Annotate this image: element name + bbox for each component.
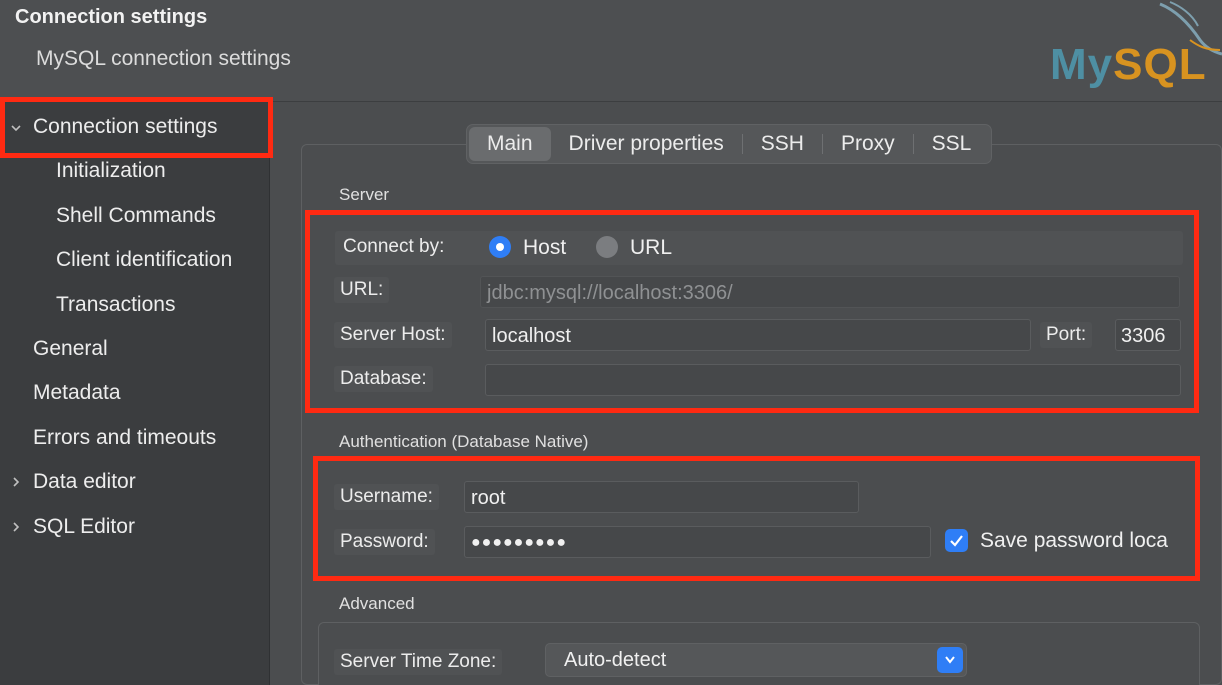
sidebar-item-label: Client identification [56, 248, 233, 271]
tab-bar: Main Driver properties SSH Proxy SSL [466, 124, 993, 164]
username-label: Username: [334, 484, 439, 510]
password-field[interactable]: ●●●●●●●●● [464, 526, 931, 558]
tab-ssh[interactable]: SSH [743, 127, 822, 161]
sidebar-item-label: Metadata [33, 381, 121, 404]
host-radio[interactable] [489, 236, 511, 258]
sidebar-item-initialization[interactable]: Initialization [56, 159, 166, 183]
url-radio-label[interactable]: URL [630, 236, 672, 260]
sidebar-item-label: General [33, 337, 108, 360]
password-label: Password: [334, 529, 435, 555]
tab-main[interactable]: Main [469, 127, 551, 161]
sidebar-item-label: Data editor [33, 470, 136, 493]
tab-proxy[interactable]: Proxy [823, 127, 913, 161]
advanced-section-label: Advanced [339, 594, 415, 613]
url-label: URL: [334, 277, 390, 303]
sidebar-item-label: Shell Commands [56, 204, 216, 227]
authentication-section-label: Authentication (Database Native) [339, 432, 589, 451]
sidebar-item-data-editor[interactable]: Data editor [13, 470, 136, 494]
username-field[interactable]: root [464, 481, 859, 513]
server-section-label: Server [339, 185, 390, 204]
settings-panel [301, 144, 1222, 685]
sidebar-item-label: Initialization [56, 159, 166, 182]
connect-by-label: Connect by: [337, 234, 451, 260]
url-radio[interactable] [596, 236, 618, 258]
connect-by-row [335, 231, 1183, 265]
sidebar-item-general[interactable]: General [33, 337, 108, 361]
dialog-header: Connection settings MySQL connection set… [0, 0, 1222, 102]
sidebar-item-label: Errors and timeouts [33, 426, 217, 449]
chevron-right-icon [10, 470, 22, 492]
url-field[interactable]: jdbc:mysql://localhost:3306/ [480, 276, 1180, 308]
chevron-down-icon [10, 115, 22, 138]
database-label: Database: [334, 366, 433, 392]
dialog-title: Connection settings [15, 6, 208, 28]
server-time-zone-label: Server Time Zone: [334, 649, 503, 675]
sidebar-item-metadata[interactable]: Metadata [33, 381, 121, 405]
checkmark-icon [950, 535, 963, 547]
sidebar-item-label: Transactions [56, 293, 176, 316]
chevron-down-icon[interactable] [937, 647, 963, 673]
port-label: Port: [1040, 322, 1093, 348]
server-time-zone-select[interactable]: Auto-detect [545, 643, 967, 677]
server-host-field[interactable]: localhost [485, 319, 1031, 351]
save-password-label[interactable]: Save password loca [980, 529, 1183, 553]
sidebar-item-label: Connection settings [33, 115, 218, 138]
chevron-right-icon [10, 515, 22, 537]
dialog-subtitle: MySQL connection settings [36, 47, 291, 70]
sidebar-item-transactions[interactable]: Transactions [56, 293, 175, 317]
sidebar-item-errors-and-timeouts[interactable]: Errors and timeouts [33, 426, 216, 450]
save-password-checkbox[interactable] [945, 529, 968, 552]
server-time-zone-value: Auto-detect [564, 649, 667, 671]
port-field[interactable]: 3306 [1115, 319, 1181, 351]
sidebar-item-shell-commands[interactable]: Shell Commands [56, 204, 216, 228]
database-field[interactable] [485, 364, 1181, 396]
sidebar-item-client-identification[interactable]: Client identification [56, 248, 232, 272]
sidebar-item-sql-editor[interactable]: SQL Editor [13, 515, 135, 539]
server-host-label: Server Host: [334, 322, 452, 348]
host-radio-label[interactable]: Host [523, 236, 566, 260]
tab-ssl[interactable]: SSL [914, 127, 990, 161]
tab-driver-properties[interactable]: Driver properties [551, 127, 742, 161]
sidebar-item-connection-settings[interactable]: Connection settings [11, 115, 218, 139]
sidebar-item-label: SQL Editor [33, 515, 135, 538]
